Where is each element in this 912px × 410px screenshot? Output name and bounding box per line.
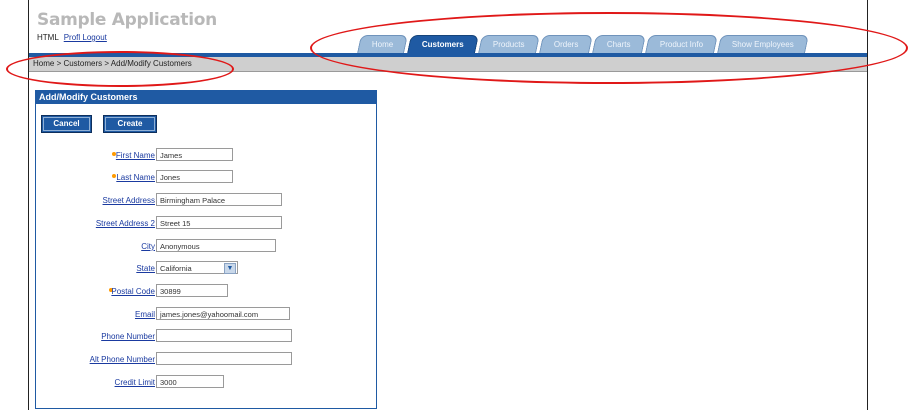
street-address-field[interactable]: Birmingham Palace xyxy=(156,193,282,206)
alt-phone-number-label[interactable]: Alt Phone Number xyxy=(90,355,155,364)
phone-number-label[interactable]: Phone Number xyxy=(101,332,155,341)
phone-number-row: Phone Number xyxy=(36,329,376,345)
email-field[interactable]: james.jones@yahoomail.com xyxy=(156,307,290,320)
street-address-2-row: Street Address 2 Street 15 xyxy=(36,216,376,232)
first-name-label[interactable]: First Name xyxy=(116,151,155,160)
annotation-oval-breadcrumb xyxy=(6,51,234,87)
credit-limit-label[interactable]: Credit Limit xyxy=(115,378,155,387)
city-label[interactable]: City xyxy=(141,242,155,251)
first-name-field[interactable]: James xyxy=(156,148,233,161)
app-title: Sample Application xyxy=(37,10,217,30)
last-name-row: Last Name Jones xyxy=(36,170,376,186)
state-select[interactable]: California ▼ xyxy=(156,261,238,274)
state-label[interactable]: State xyxy=(136,264,155,273)
add-modify-customers-panel: Add/Modify Customers Cancel Create First… xyxy=(35,90,377,409)
street-address-2-field[interactable]: Street 15 xyxy=(156,216,282,229)
annotation-oval-tabs xyxy=(310,12,908,84)
street-address-2-label[interactable]: Street Address 2 xyxy=(96,219,155,228)
phone-number-field[interactable] xyxy=(156,329,292,342)
city-field[interactable]: Anonymous xyxy=(156,239,276,252)
user-line: HTML Profl Logout xyxy=(37,33,107,42)
street-address-label[interactable]: Street Address xyxy=(103,196,155,205)
cancel-button[interactable]: Cancel xyxy=(41,115,92,133)
logout-link[interactable]: Profl Logout xyxy=(64,33,107,42)
alt-phone-number-field[interactable] xyxy=(156,352,292,365)
email-label[interactable]: Email xyxy=(135,310,155,319)
last-name-label[interactable]: Last Name xyxy=(116,173,155,182)
credit-limit-row: Credit Limit 3000 xyxy=(36,375,376,391)
postal-code-row: Postal Code 30899 xyxy=(36,284,376,300)
alt-phone-number-row: Alt Phone Number xyxy=(36,352,376,368)
panel-title: Add/Modify Customers xyxy=(36,91,376,104)
state-row: State California ▼ xyxy=(36,261,376,277)
state-select-value: California xyxy=(160,264,192,273)
email-row: Email james.jones@yahoomail.com xyxy=(36,307,376,323)
create-button[interactable]: Create xyxy=(103,115,157,133)
last-name-field[interactable]: Jones xyxy=(156,170,233,183)
first-name-row: First Name James xyxy=(36,148,376,164)
street-address-row: Street Address Birmingham Palace xyxy=(36,193,376,209)
postal-code-label[interactable]: Postal Code xyxy=(111,287,155,296)
postal-code-field[interactable]: 30899 xyxy=(156,284,228,297)
credit-limit-field[interactable]: 3000 xyxy=(156,375,224,388)
user-name: HTML xyxy=(37,33,59,42)
chevron-down-icon[interactable]: ▼ xyxy=(224,263,236,274)
city-row: City Anonymous xyxy=(36,239,376,255)
